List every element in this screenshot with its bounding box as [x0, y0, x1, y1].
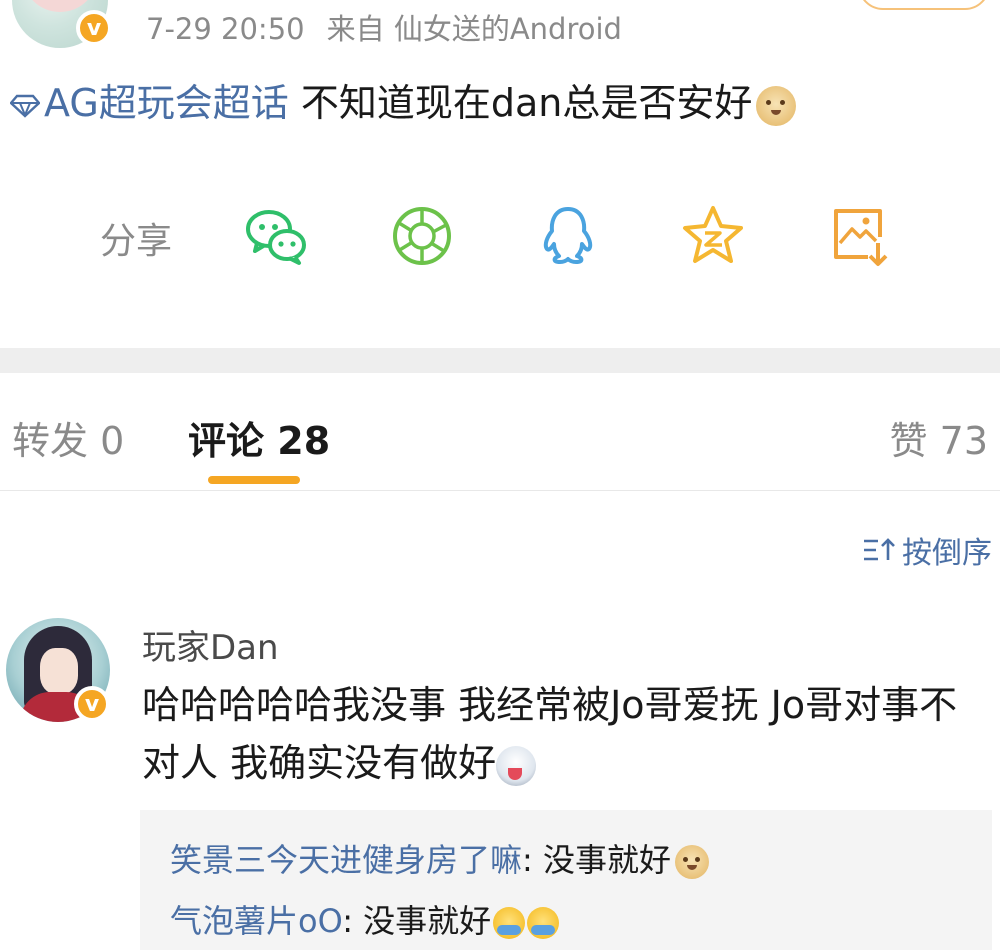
- comment-text: 哈哈哈哈哈我没事 我经常被Jo哥爱抚 Jo哥对事不对人 我确实没有做好: [142, 676, 992, 792]
- reply-text: 没事就好: [542, 841, 671, 879]
- sort-button[interactable]: 按倒序: [862, 528, 992, 572]
- sort-label[interactable]: 按倒序: [902, 528, 992, 572]
- tab-repost-count: 0: [100, 419, 125, 463]
- follow-button[interactable]: [858, 0, 990, 10]
- tab-comment-count: 28: [277, 419, 331, 463]
- tab-repost-label: 转发: [12, 419, 89, 463]
- post-meta: 7-29 20:50 来自 仙女送的Android: [146, 6, 622, 48]
- save-image-icon[interactable]: [828, 203, 894, 269]
- hug-emoji-icon: [493, 907, 526, 939]
- tab-divider: [0, 490, 1000, 491]
- qq-icon[interactable]: [535, 203, 601, 269]
- reply-separator: :: [342, 902, 353, 940]
- reply-author[interactable]: 气泡薯片oO: [170, 902, 342, 940]
- section-divider: [0, 348, 1000, 373]
- reply-separator: :: [522, 841, 533, 879]
- active-tab-indicator: [208, 476, 300, 484]
- doge-emoji-icon: [756, 85, 797, 126]
- reply-author[interactable]: 笑景三今天进健身房了嘛: [170, 841, 522, 879]
- tab-comment-label: 评论: [188, 419, 265, 463]
- tab-comment[interactable]: 评论 28: [188, 410, 330, 465]
- wechat-icon[interactable]: [243, 203, 309, 269]
- tab-like-count: 73: [939, 419, 988, 463]
- reply-item[interactable]: 气泡薯片oO: 没事就好: [170, 896, 560, 942]
- moments-icon[interactable]: [389, 203, 455, 269]
- topic-link[interactable]: AG超玩会超话: [10, 81, 289, 125]
- reply-text: 没事就好: [363, 902, 492, 940]
- comment-author-name[interactable]: 玩家Dan: [142, 620, 279, 669]
- verified-badge-icon: v: [76, 10, 112, 46]
- post-body: 不知道现在dan总是否安好: [300, 81, 753, 125]
- topic-label[interactable]: AG超玩会超话: [44, 81, 289, 125]
- verified-badge-icon: v: [74, 686, 110, 722]
- tab-repost[interactable]: 转发 0: [12, 410, 124, 465]
- post-source: 仙女送的Android: [393, 12, 622, 46]
- post-timestamp: 7-29 20:50: [146, 12, 305, 46]
- hug-emoji-icon: [527, 907, 560, 939]
- tab-like[interactable]: 赞 73: [890, 410, 988, 465]
- husky-emoji-icon: [496, 745, 537, 786]
- doge-emoji-icon: [674, 845, 709, 879]
- qzone-icon[interactable]: [680, 203, 746, 269]
- comment-body: 哈哈哈哈哈我没事 我经常被Jo哥爱抚 Jo哥对事不对人 我确实没有做好: [142, 683, 958, 785]
- sort-order-icon: [864, 538, 895, 561]
- diamond-icon: [10, 94, 40, 118]
- reply-item[interactable]: 笑景三今天进健身房了嘛: 没事就好: [170, 835, 709, 881]
- share-label: 分享: [100, 221, 173, 262]
- tab-like-label: 赞: [889, 419, 928, 463]
- post-source-prefix: 来自: [326, 12, 385, 46]
- post-text: AG超玩会超话 不知道现在dan总是否安好: [10, 78, 797, 128]
